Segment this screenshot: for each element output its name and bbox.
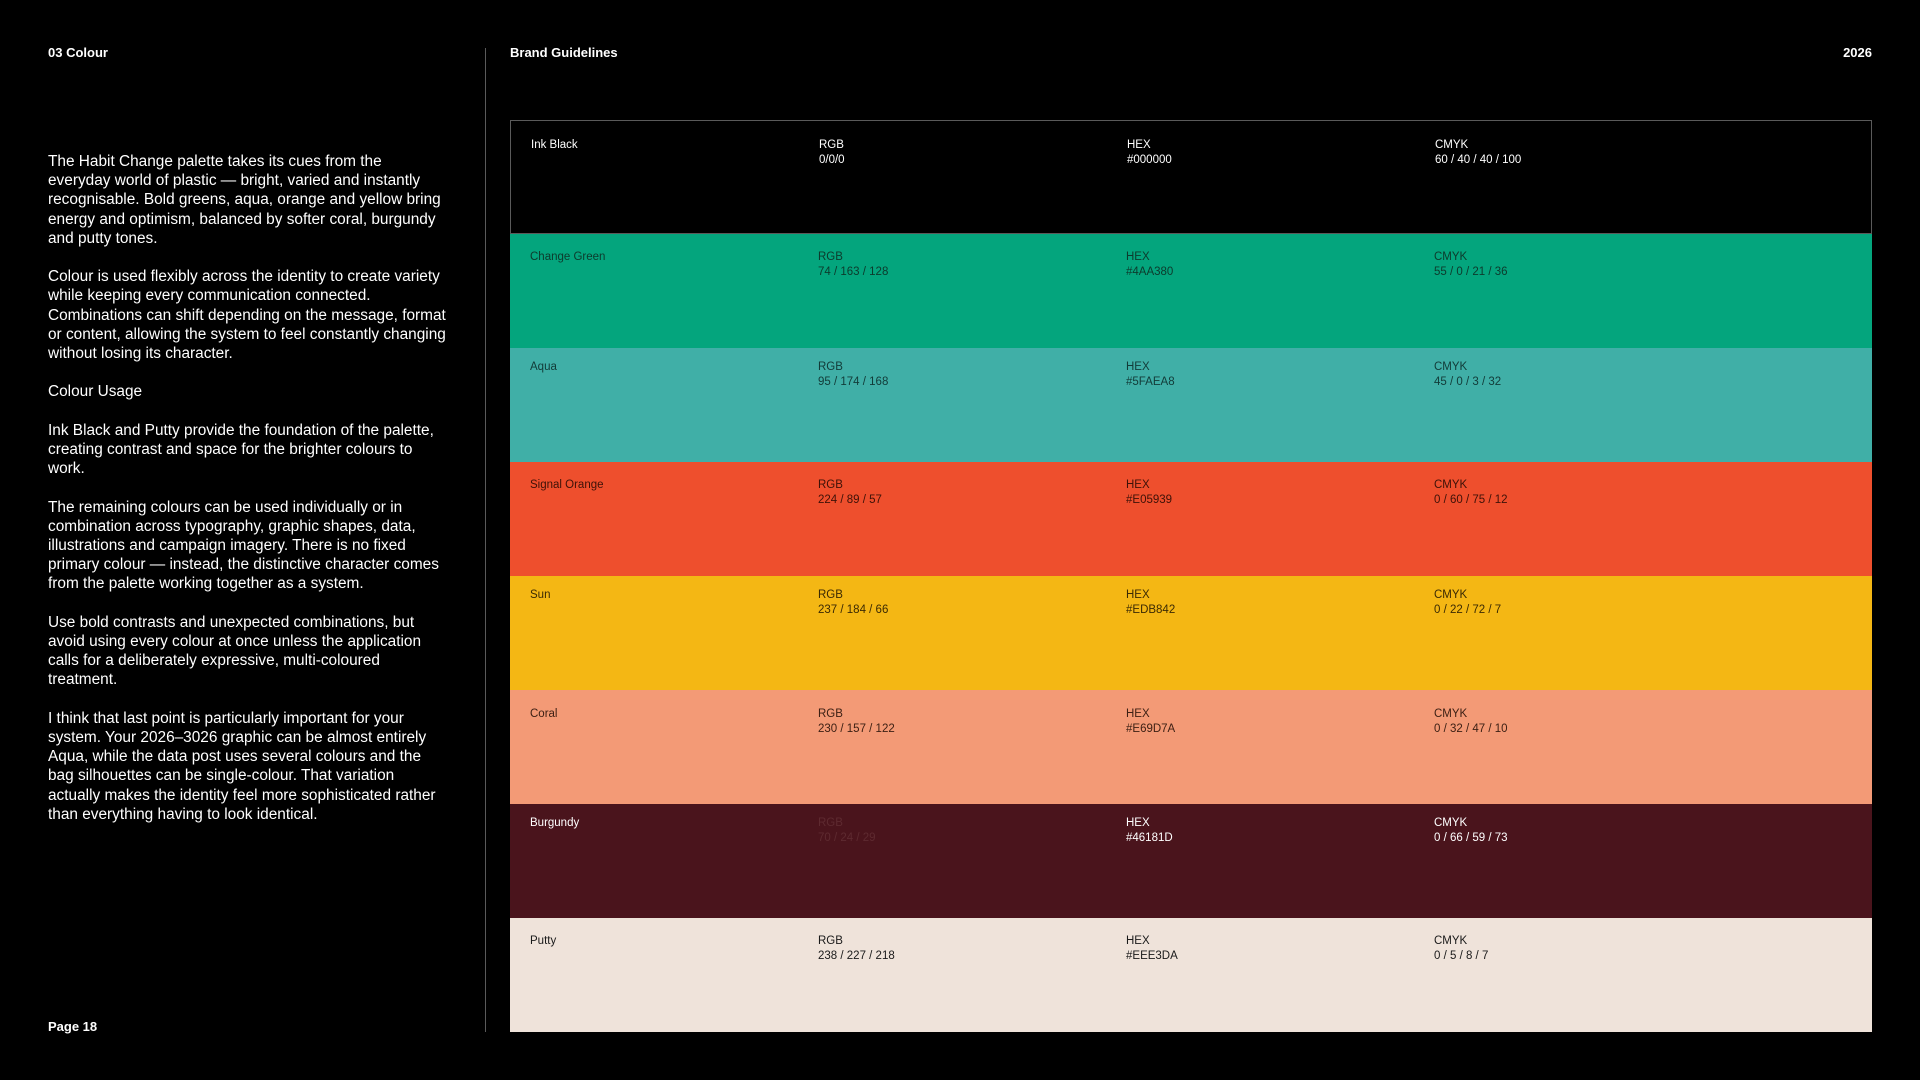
intro-paragraph: Use bold contrasts and unexpected combin… bbox=[48, 613, 422, 689]
swatch-ink-black: Ink Black RGB 0/0/0 HEX #000000 CMYK 60 / 4… bbox=[510, 120, 1872, 234]
swatch-signal-orange: Signal Orange RGB 224 / 89 / 57 HEX #E0593… bbox=[510, 462, 1872, 576]
swatch-hex: HEX #EDB842 bbox=[1126, 589, 1176, 616]
intro-paragraph: Ink Black and Putty provide the foundati… bbox=[48, 421, 434, 478]
swatch-cmyk: CMYK 0 / 60 / 75 / 12 bbox=[1434, 479, 1508, 506]
swatch-cmyk: CMYK 0 / 32 / 47 / 10 bbox=[1434, 708, 1508, 735]
swatch-rgb: RGB 74 / 163 / 128 bbox=[818, 251, 889, 278]
swatch-rgb: RGB 70 / 24 / 29 bbox=[818, 817, 876, 844]
swatch-rgb: RGB 0/0/0 bbox=[819, 139, 845, 166]
swatch-name: Aqua bbox=[530, 361, 557, 373]
page-number: Page 18 bbox=[48, 1019, 98, 1034]
swatch-rgb: RGB 238 / 227 / 218 bbox=[818, 935, 895, 962]
swatch-cmyk: CMYK 0 / 66 / 59 / 73 bbox=[1434, 817, 1508, 844]
swatch-change-green: Change Green RGB 74 / 163 / 128 HEX #4AA38… bbox=[510, 234, 1872, 348]
swatch-name: Coral bbox=[530, 708, 558, 720]
brand-guidelines-page: 03 Colour Brand Guidelines 2026 The Habi… bbox=[0, 0, 1920, 1080]
swatch-name: Burgundy bbox=[530, 817, 580, 829]
swatch-name: Ink Black bbox=[531, 139, 578, 151]
swatch-rgb: RGB 224 / 89 / 57 bbox=[818, 479, 882, 506]
intro-paragraph: I think that last point is particularly … bbox=[48, 709, 436, 823]
swatch-rgb: RGB 95 / 174 / 168 bbox=[818, 361, 889, 388]
swatch-hex: HEX #E05939 bbox=[1126, 479, 1173, 506]
swatch-cmyk: CMYK 0 / 22 / 72 / 7 bbox=[1434, 589, 1502, 616]
section-label: 03 Colour bbox=[48, 45, 108, 60]
swatch-aqua: Aqua RGB 95 / 174 / 168 HEX #5FAEA8 CMYK 45… bbox=[510, 348, 1872, 462]
swatch-cmyk: CMYK 60 / 40 / 40 / 100 bbox=[1435, 139, 1522, 166]
swatch-rgb: RGB 237 / 184 / 66 bbox=[818, 589, 889, 616]
colour-usage-heading: Colour Usage bbox=[48, 383, 143, 401]
swatch-hex: HEX #E69D7A bbox=[1126, 708, 1176, 735]
colour-swatch-list: Ink Black RGB 0/0/0 HEX #000000 CMYK 60 / 4… bbox=[510, 120, 1872, 1032]
document-title: Brand Guidelines bbox=[510, 45, 618, 60]
document-year: 2026 bbox=[1843, 45, 1872, 60]
intro-paragraph: The remaining colours can be used indivi… bbox=[48, 498, 439, 593]
swatch-cmyk: CMYK 45 / 0 / 3 / 32 bbox=[1434, 361, 1502, 388]
swatch-burgundy: Burgundy RGB 70 / 24 / 29 HEX #46181D CMYK… bbox=[510, 804, 1872, 918]
swatch-hex: HEX #4AA380 bbox=[1126, 251, 1174, 278]
swatch-coral: Coral RGB 230 / 157 / 122 HEX #E69D7A CMYK… bbox=[510, 690, 1872, 804]
swatch-hex: HEX #5FAEA8 bbox=[1126, 361, 1175, 388]
column-divider bbox=[485, 48, 486, 1032]
swatch-cmyk: CMYK 55 / 0 / 21 / 36 bbox=[1434, 251, 1508, 278]
swatch-cmyk: CMYK 0 / 5 / 8 / 7 bbox=[1434, 935, 1489, 962]
swatch-rgb: RGB 230 / 157 / 122 bbox=[818, 708, 895, 735]
swatch-hex: HEX #000000 bbox=[1127, 139, 1172, 166]
swatch-hex: HEX #EEE3DA bbox=[1126, 935, 1178, 962]
swatch-sun: Sun RGB 237 / 184 / 66 HEX #EDB842 CMYK 0 /… bbox=[510, 576, 1872, 690]
swatch-name: Putty bbox=[530, 935, 557, 947]
intro-paragraph: Colour is used flexibly across the ident… bbox=[48, 268, 446, 363]
swatch-name: Signal Orange bbox=[530, 479, 604, 491]
swatch-name: Sun bbox=[530, 589, 551, 601]
swatch-putty: Putty RGB 238 / 227 / 218 HEX #EEE3DA CMYK… bbox=[510, 918, 1872, 1032]
intro-paragraph: The Habit Change palette takes its cues … bbox=[48, 153, 441, 247]
swatch-name: Change Green bbox=[530, 251, 606, 263]
intro-text: The Habit Change palette takes its cues … bbox=[48, 152, 448, 843]
swatch-hex: HEX #46181D bbox=[1126, 817, 1173, 844]
